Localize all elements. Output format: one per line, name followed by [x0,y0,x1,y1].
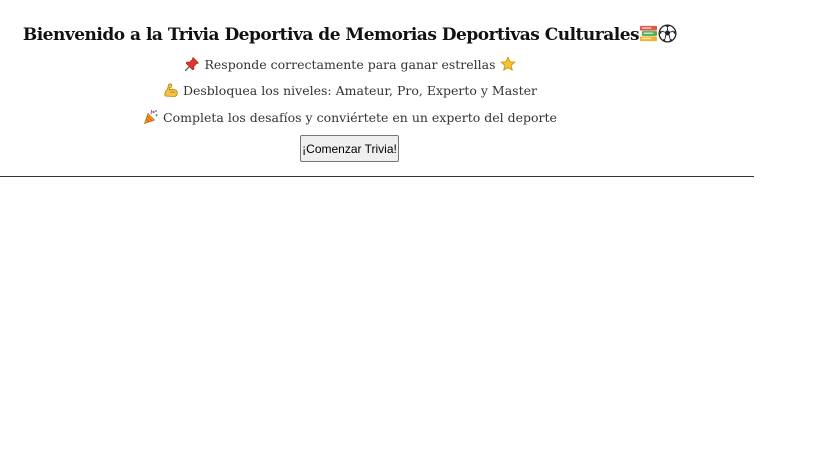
pushpin-icon [185,56,200,72]
instruction-stars: Responde correctamente para ganar estrel… [0,56,700,74]
flexed-biceps-icon [164,83,178,97]
books-icon [640,25,658,42]
title-text: Bienvenido a la Trivia Deportiva de Memo… [22,25,640,45]
instruction-levels-text: Desbloquea los niveles: Amateur, Pro, Ex… [182,83,537,98]
instruction-stars-text: Responde correctamente para ganar estrel… [204,57,496,72]
instruction-levels: Desbloquea los niveles: Amateur, Pro, Ex… [0,82,700,100]
instruction-challenges: Completa los desafíos y conviértete en u… [0,109,700,127]
party-popper-icon [144,109,158,124]
page-title: Bienvenido a la Trivia Deportiva de Memo… [0,24,700,46]
divider [0,176,754,177]
start-trivia-button[interactable]: ¡Comenzar Trivia! [300,135,399,162]
trivia-page: Bienvenido a la Trivia Deportiva de Memo… [0,0,819,460]
soccer-ball-icon [658,24,677,43]
instruction-challenges-text: Completa los desafíos y conviértete en u… [163,110,557,125]
star-icon [500,56,515,71]
